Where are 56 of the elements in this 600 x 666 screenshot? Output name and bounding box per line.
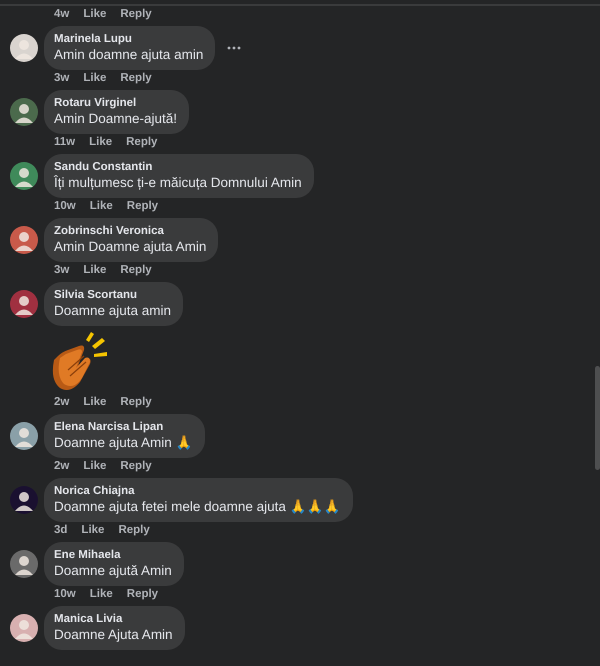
like-link[interactable]: Like — [83, 72, 106, 84]
like-link[interactable]: Like — [90, 200, 113, 212]
commenter-name[interactable]: Ene Mihaela — [54, 548, 172, 562]
comment-text: Îți mulțumesc ți-e măicuța Domnului Amin — [54, 174, 302, 192]
reply-link[interactable]: Reply — [120, 396, 152, 408]
avatar[interactable] — [10, 98, 38, 126]
commenter-name[interactable]: Rotaru Virginel — [54, 96, 178, 110]
reply-link[interactable]: Reply — [120, 72, 152, 84]
comment-time: 3w — [54, 264, 70, 276]
reply-link[interactable]: Reply — [118, 524, 150, 536]
like-link[interactable]: Like — [83, 460, 106, 472]
reply-link[interactable]: Reply — [126, 588, 158, 600]
commenter-name[interactable]: Silvia Scortanu — [54, 288, 172, 302]
avatar[interactable] — [10, 34, 38, 62]
comment-time: 2w — [54, 396, 70, 408]
avatar[interactable] — [10, 290, 38, 318]
comment-text: Doamne ajuta amin — [54, 302, 172, 320]
commenter-name[interactable]: Marinela Lupu — [54, 32, 204, 46]
commenter-name[interactable]: Zobrinschi Veronica — [54, 224, 206, 238]
commenter-name[interactable]: Elena Narcisa Lipan — [54, 420, 193, 434]
more-options-icon[interactable] — [227, 46, 242, 50]
comment-text: Doamne Ajuta Amin — [54, 626, 173, 644]
like-link[interactable]: Like — [81, 524, 104, 536]
comment-time: 3w — [54, 72, 70, 84]
reply-link[interactable]: Reply — [126, 136, 158, 148]
reply-link[interactable]: Reply — [120, 264, 152, 276]
comment-time: 11w — [54, 136, 76, 148]
commenter-name[interactable]: Manica Livia — [54, 612, 173, 626]
comment-time: 10w — [54, 588, 76, 600]
comment-time: 10w — [54, 200, 76, 212]
avatar[interactable] — [10, 162, 38, 190]
comment-text: Doamne ajută Amin — [54, 562, 172, 580]
comment-time: 2w — [54, 460, 70, 472]
comment-text: Amin Doamne-ajută! — [54, 110, 178, 128]
like-link[interactable]: Like — [83, 264, 106, 276]
comment-text: Amin doamne ajuta amin — [54, 46, 204, 64]
commenter-name[interactable]: Sandu Constantin — [54, 160, 302, 174]
reply-link[interactable]: Reply — [126, 200, 158, 212]
reply-link[interactable]: Reply — [120, 460, 152, 472]
comment-time: 4w — [54, 8, 70, 20]
reply-link[interactable]: Reply — [120, 8, 152, 20]
commenter-name[interactable]: Norica Chiajna — [54, 484, 341, 498]
comment-time: 3d — [54, 524, 68, 536]
comment-text: Amin Doamne ajuta Amin — [54, 238, 206, 256]
comment-text: Doamne ajuta Amin 🙏 — [54, 434, 193, 452]
avatar[interactable] — [10, 226, 38, 254]
avatar[interactable] — [10, 422, 38, 450]
like-link[interactable]: Like — [83, 8, 106, 20]
like-link[interactable]: Like — [83, 396, 106, 408]
like-link[interactable]: Like — [90, 588, 113, 600]
avatar[interactable] — [10, 614, 38, 642]
avatar[interactable] — [10, 550, 38, 578]
comment-text: Doamne ajuta fetei mele doamne ajuta 🙏🙏🙏 — [54, 498, 341, 516]
avatar[interactable] — [10, 486, 38, 514]
scrollbar-thumb[interactable] — [595, 366, 600, 470]
like-link[interactable]: Like — [89, 136, 112, 148]
